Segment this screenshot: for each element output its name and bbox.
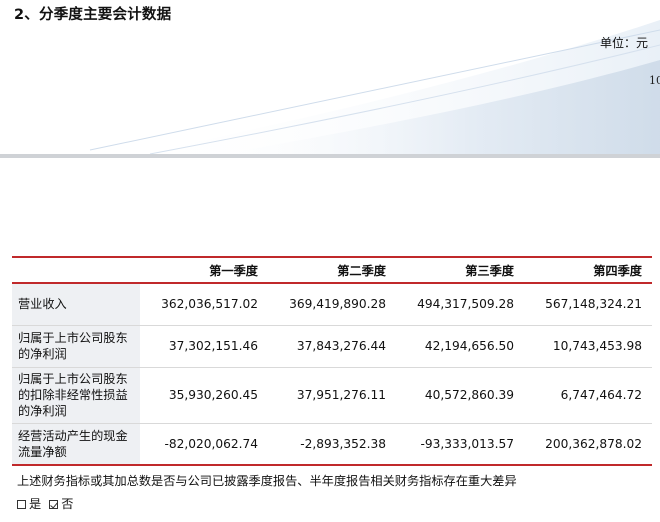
row-label: 经营活动产生的现金流量净额 <box>12 423 140 466</box>
cell-value: 494,317,509.28 <box>396 283 524 326</box>
cell-value: 37,843,276.44 <box>268 325 396 368</box>
option-no-label: 否 <box>61 497 74 511</box>
cell-value: -93,333,013.57 <box>396 423 524 466</box>
cell-value: 6,747,464.72 <box>524 367 652 424</box>
row-label: 归属于上市公司股东的扣除非经常性损益的净利润 <box>12 367 140 424</box>
checkbox-no[interactable] <box>49 499 59 509</box>
header-rule <box>0 154 660 158</box>
unit-label: 单位：元 <box>599 36 648 50</box>
table-row-adjusted-net-profit: 归属于上市公司股东的扣除非经常性损益的净利润 35,930,260.45 37,… <box>12 367 652 424</box>
difference-options: 是 否 <box>17 494 79 512</box>
header-q3: 第三季度 <box>396 256 524 284</box>
table-header-row: 第一季度 第二季度 第三季度 第四季度 <box>12 256 652 284</box>
header-q4: 第四季度 <box>524 256 652 284</box>
row-label: 归属于上市公司股东的净利润 <box>12 325 140 368</box>
cell-value: 37,951,276.11 <box>268 367 396 424</box>
header-corner <box>12 256 140 284</box>
checkbox-yes[interactable] <box>17 499 26 509</box>
cell-value: 369,419,890.28 <box>268 283 396 326</box>
quarterly-data-table: 第一季度 第二季度 第三季度 第四季度 营业收入 362,036,517.02 … <box>12 256 652 466</box>
cell-value: -82,020,062.74 <box>140 423 268 466</box>
option-yes-label: 是 <box>29 497 42 511</box>
footnote: 上述财务指标或其加总数是否与公司已披露季度报告、半年度报告相关财务指标存在重大差… <box>17 474 517 488</box>
table-row-operating-cashflow: 经营活动产生的现金流量净额 -82,020,062.74 -2,893,352.… <box>12 423 652 466</box>
cell-value: 42,194,656.50 <box>396 325 524 368</box>
table-row-net-profit: 归属于上市公司股东的净利润 37,302,151.46 37,843,276.4… <box>12 325 652 368</box>
cell-value: 10,743,453.98 <box>524 325 652 368</box>
cell-value: 37,302,151.46 <box>140 325 268 368</box>
cell-value: -2,893,352.38 <box>268 423 396 466</box>
cell-value: 362,036,517.02 <box>140 283 268 326</box>
header-q1: 第一季度 <box>140 256 268 284</box>
cell-value: 40,572,860.39 <box>396 367 524 424</box>
cell-value: 200,362,878.02 <box>524 423 652 466</box>
cell-value: 35,930,260.45 <box>140 367 268 424</box>
table-row-revenue: 营业收入 362,036,517.02 369,419,890.28 494,3… <box>12 283 652 326</box>
page-number: 10 <box>649 74 660 87</box>
section-title: 2、分季度主要会计数据 <box>14 7 172 23</box>
row-label: 营业收入 <box>12 283 140 326</box>
cell-value: 567,148,324.21 <box>524 283 652 326</box>
header-q2: 第二季度 <box>268 256 396 284</box>
